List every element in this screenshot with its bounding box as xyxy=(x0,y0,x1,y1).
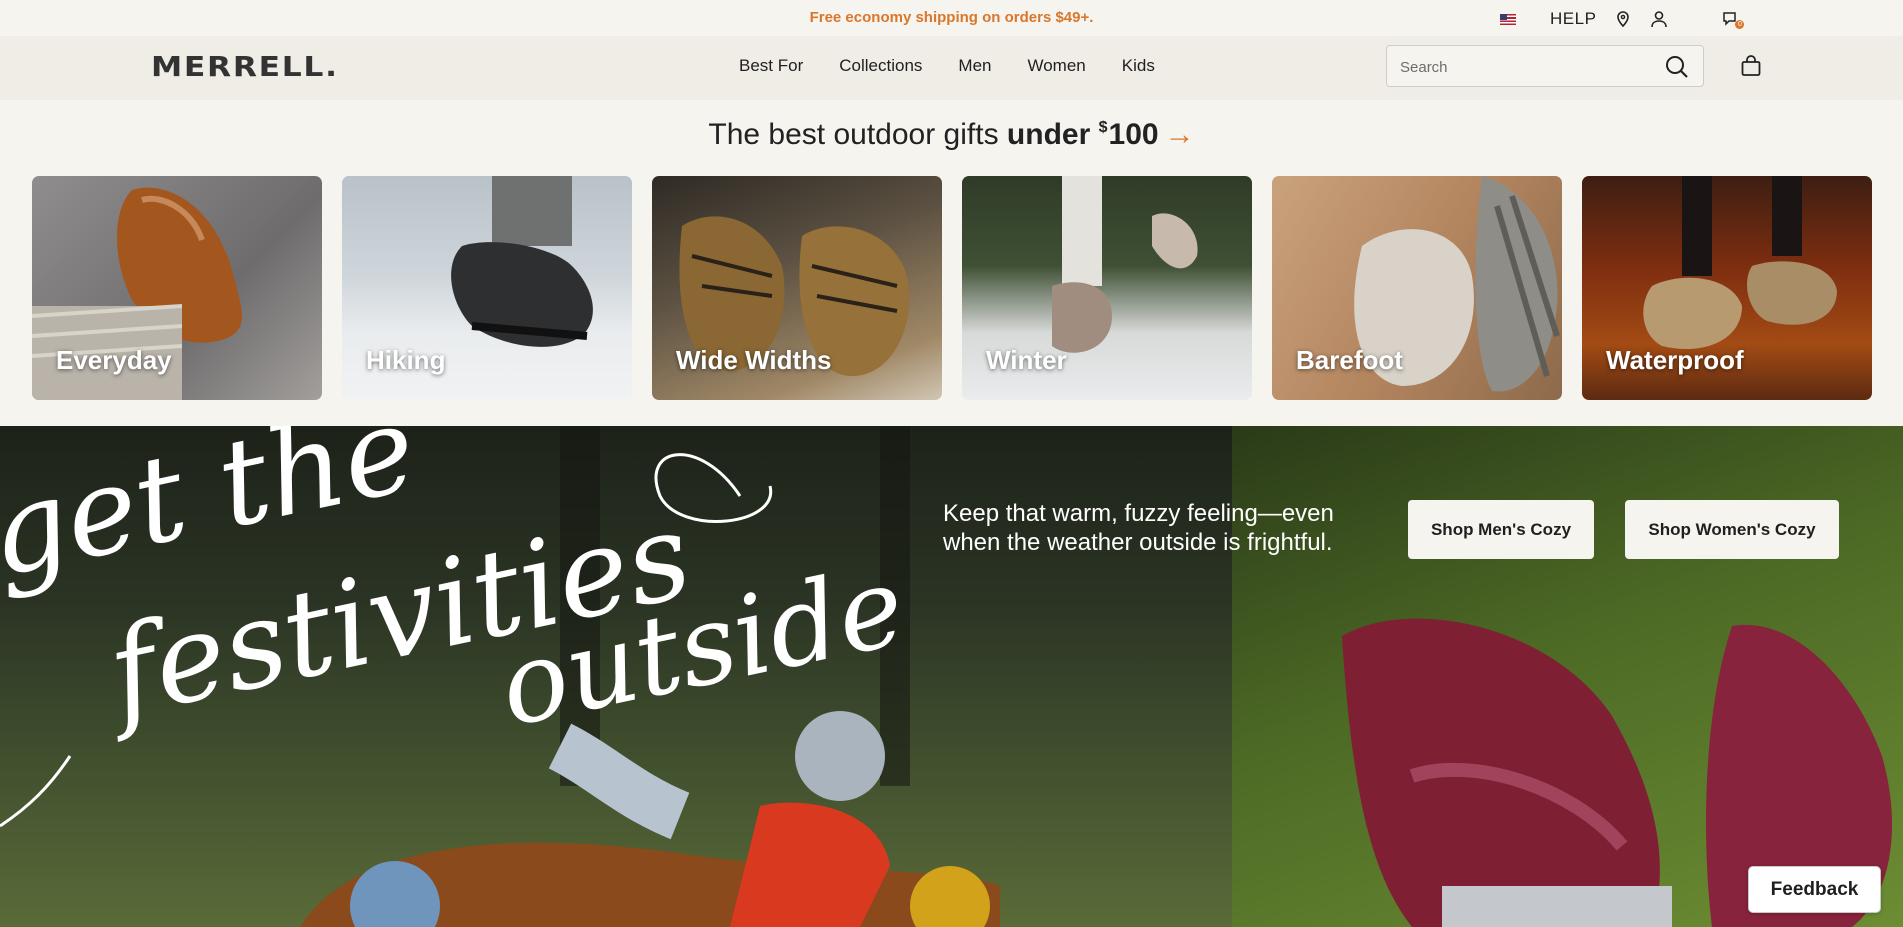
gifts-prefix: The best outdoor gifts xyxy=(708,118,999,151)
main-header: MERRELL. Best For Collections Men Women … xyxy=(0,36,1903,100)
shop-mens-cozy-button[interactable]: Shop Men's Cozy xyxy=(1408,500,1594,559)
chat-badge: 0 xyxy=(1735,20,1745,29)
category-tile-winter[interactable]: Winter xyxy=(962,176,1252,400)
festivities-script-logo: get the festivities outside xyxy=(0,426,915,828)
location-pin-icon[interactable] xyxy=(1612,8,1634,30)
nav-men[interactable]: Men xyxy=(958,56,991,76)
gifts-amount: 100 xyxy=(1108,118,1159,151)
category-label: Waterproof xyxy=(1606,345,1744,375)
category-tile-wide-widths[interactable]: Wide Widths xyxy=(652,176,942,400)
category-label: Wide Widths xyxy=(676,345,832,375)
main-nav: Best For Collections Men Women Kids xyxy=(739,56,1191,76)
winter-boot-image xyxy=(1052,176,1198,353)
nav-best-for[interactable]: Best For xyxy=(739,56,803,76)
nav-collections[interactable]: Collections xyxy=(839,56,922,76)
gifts-under: under xyxy=(1006,118,1091,151)
category-tile-everyday[interactable]: Everyday xyxy=(32,176,322,400)
knit-sock-image xyxy=(32,304,182,400)
account-icon[interactable] xyxy=(1648,8,1670,30)
arrow-right-icon: → xyxy=(1164,118,1195,151)
gifts-currency: $ xyxy=(1098,119,1108,136)
help-link[interactable]: HELP xyxy=(1550,9,1596,29)
category-label: Hiking xyxy=(366,345,446,375)
feedback-button[interactable]: Feedback xyxy=(1748,866,1881,913)
search-box xyxy=(1386,45,1704,87)
search-icon[interactable] xyxy=(1665,55,1689,79)
category-label: Everyday xyxy=(56,345,172,375)
us-flag-icon[interactable] xyxy=(1500,13,1516,25)
nav-kids[interactable]: Kids xyxy=(1122,56,1155,76)
chat-icon[interactable]: 0 xyxy=(1720,8,1745,30)
nav-women[interactable]: Women xyxy=(1027,56,1085,76)
gifts-headline[interactable]: The best outdoor gifts under $100 → xyxy=(0,118,1903,152)
shop-womens-cozy-button[interactable]: Shop Women's Cozy xyxy=(1625,500,1839,559)
category-tile-barefoot[interactable]: Barefoot xyxy=(1272,176,1562,400)
utility-bar: Free economy shipping on orders $49+. HE… xyxy=(0,0,1903,36)
hero-banner: get the festivities outside Keep that wa… xyxy=(0,426,1903,927)
category-tile-waterproof[interactable]: Waterproof xyxy=(1582,176,1872,400)
hiking-boot-image xyxy=(451,176,593,347)
utility-links: HELP 0 xyxy=(1500,8,1756,30)
category-tiles: Everyday Hiking Wide Widths Winter Baref… xyxy=(32,176,1872,400)
shopping-bag-icon[interactable] xyxy=(1739,54,1763,78)
category-tile-hiking[interactable]: Hiking xyxy=(342,176,632,400)
category-label: Barefoot xyxy=(1296,345,1403,375)
search-input[interactable] xyxy=(1400,56,1650,78)
hero-copy: Keep that warm, fuzzy feeling—even when … xyxy=(943,500,1334,556)
category-label: Winter xyxy=(986,345,1067,375)
merrell-logo[interactable]: MERRELL. xyxy=(151,50,339,83)
